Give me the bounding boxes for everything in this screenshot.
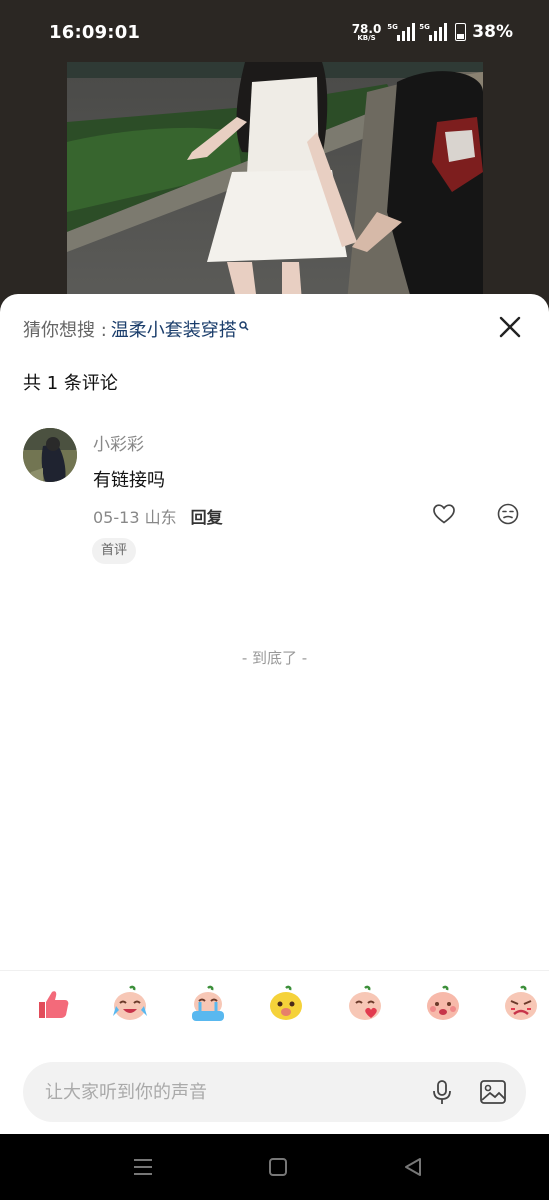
crying-emoji[interactable] xyxy=(188,984,228,1024)
reply-button[interactable]: 回复 xyxy=(191,504,223,528)
first-comment-badge: 首评 xyxy=(92,538,137,564)
end-of-list: - 到底了 - xyxy=(241,649,308,667)
laugh-cry-emoji[interactable] xyxy=(110,984,150,1024)
signal-tag: 5G xyxy=(387,23,398,31)
close-icon[interactable] xyxy=(497,314,523,340)
video-thumbnail xyxy=(67,62,483,302)
emoji-bar xyxy=(0,984,549,1034)
status-indicators: 78.0 KB/S 5G 5G 38% xyxy=(352,22,513,42)
comment-input-bar xyxy=(23,1062,526,1122)
thumbs-up-emoji[interactable] xyxy=(33,984,73,1024)
network-speed-unit: KB/S xyxy=(357,33,376,42)
status-bar: 16:09:01 78.0 KB/S 5G 5G 38% xyxy=(0,0,549,62)
comment-text: 有链接吗 xyxy=(93,470,165,491)
avatar[interactable] xyxy=(23,428,77,482)
peach-shy-emoji[interactable] xyxy=(423,984,463,1024)
divider xyxy=(0,970,549,971)
home-icon[interactable] xyxy=(266,1156,290,1178)
comment-date-location: 05-13 山东 xyxy=(93,508,177,527)
suggested-search-label: 猜你想搜 : xyxy=(23,320,107,341)
network-speed: 78.0 KB/S xyxy=(352,23,382,42)
comment-username[interactable]: 小彩彩 xyxy=(93,430,144,455)
angry-emoji[interactable] xyxy=(501,984,541,1024)
signal-icon: 5G xyxy=(419,23,448,41)
signal-tag: 5G xyxy=(419,23,430,31)
back-icon[interactable] xyxy=(401,1156,425,1178)
system-nav-bar xyxy=(0,1134,549,1200)
signal-icon: 5G xyxy=(387,23,416,41)
battery-percent: 38% xyxy=(472,22,513,42)
comment-count: 共 1 条评论 xyxy=(23,373,118,394)
comment-item[interactable]: 小彩彩 有链接吗 05-13 山东 回复 首评 xyxy=(23,426,533,566)
microphone-icon[interactable] xyxy=(428,1078,456,1106)
heart-emoji[interactable] xyxy=(345,984,385,1024)
comment-input[interactable] xyxy=(45,1062,415,1122)
search-icon xyxy=(239,315,249,336)
comment-meta: 05-13 山东 回复 xyxy=(93,504,223,528)
battery-icon xyxy=(455,23,467,41)
suggested-search[interactable]: 猜你想搜 : 温柔小套装穿搭 xyxy=(23,316,249,342)
dog-face-emoji[interactable] xyxy=(266,984,306,1024)
network-speed-value: 78.0 xyxy=(351,21,382,36)
dislike-face-icon[interactable] xyxy=(496,502,520,526)
status-time: 16:09:01 xyxy=(49,22,141,43)
suggested-search-query[interactable]: 温柔小套装穿搭 xyxy=(111,316,237,342)
image-icon[interactable] xyxy=(478,1077,508,1107)
video-player[interactable] xyxy=(0,62,549,312)
menu-icon[interactable] xyxy=(131,1156,155,1178)
heart-icon[interactable] xyxy=(432,502,456,526)
comment-sheet: 猜你想搜 : 温柔小套装穿搭 共 1 条评论 小彩彩 有链接吗 05-13 山东… xyxy=(0,294,549,1134)
